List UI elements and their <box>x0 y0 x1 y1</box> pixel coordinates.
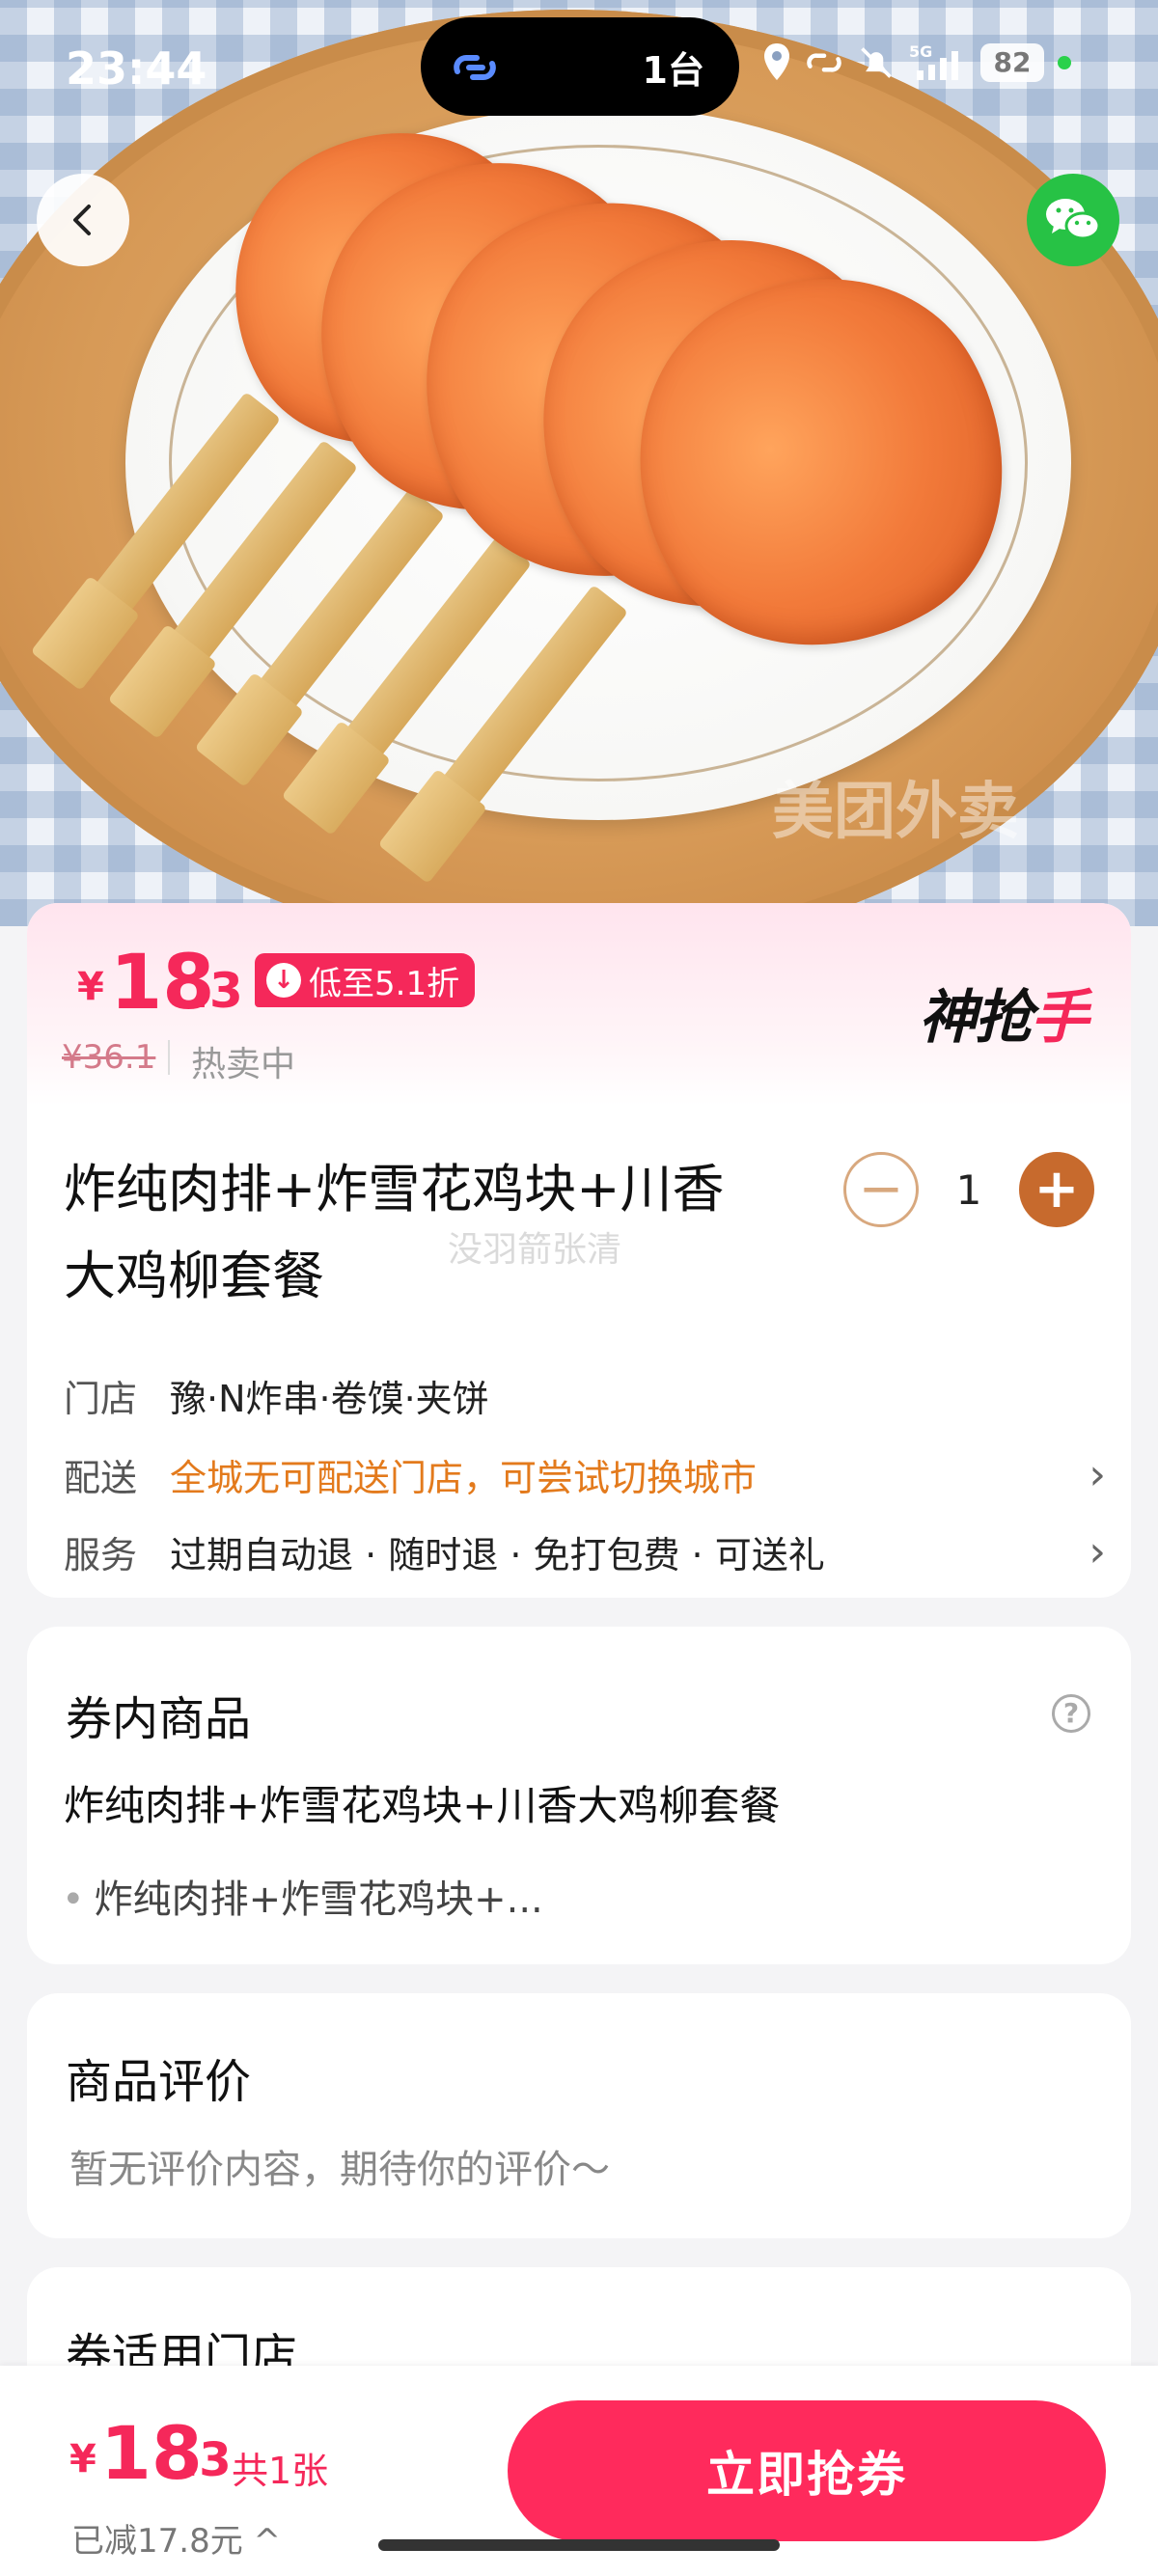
delivery-info: 全城无可配送门店，可尝试切换城市 <box>170 1456 758 1499</box>
status-bar: 23:44 1台 5G 82 <box>0 0 1158 145</box>
island-text: 1台 <box>642 49 704 92</box>
link-status-icon <box>807 53 841 72</box>
coupon-item-title: 炸纯肉排+炸雪花鸡块+川香大鸡柳套餐 <box>64 1782 781 1829</box>
increase-button[interactable]: + <box>1019 1152 1094 1227</box>
saved-amount[interactable]: 已减17.8元 ^ <box>71 2514 281 2562</box>
price-decimal: .3 <box>191 963 243 1019</box>
svg-text:5G: 5G <box>909 42 932 61</box>
signal-5g-icon: 5G <box>909 42 958 80</box>
product-title: 炸纯肉排+炸雪花鸡块+川香 大鸡柳套餐 <box>64 1159 725 1306</box>
chevron-right-icon: › <box>1089 1526 1106 1576</box>
service-row[interactable]: 服务 过期自动退 · 随时退 · 免打包费 · 可送礼 › <box>64 1522 1106 1580</box>
privacy-dot <box>1058 56 1071 69</box>
price-currency: ¥ <box>77 965 104 1009</box>
coupon-items-card: 券内商品 ? 炸纯肉排+炸雪花鸡块+川香大鸡柳套餐 炸纯肉排+炸雪花鸡块+... <box>27 1627 1131 1964</box>
total-currency: ¥ <box>69 2437 96 2481</box>
wechat-icon <box>1046 199 1101 240</box>
section-title: 券内商品 <box>66 1692 252 1746</box>
arrow-down-icon: ↓ <box>266 963 301 998</box>
service-info: 过期自动退 · 随时退 · 免打包费 · 可送礼 <box>170 1533 825 1576</box>
quantity-value: 1 <box>955 1165 982 1214</box>
wechat-share-button[interactable] <box>1027 174 1119 266</box>
chevron-right-icon: › <box>1089 1449 1106 1499</box>
chevron-left-icon <box>73 205 91 235</box>
decrease-button[interactable]: − <box>843 1152 919 1227</box>
brand-logo: 神抢手 <box>919 984 1089 1052</box>
store-name: 豫·N炸串·卷馍·夹饼 <box>170 1377 489 1420</box>
sale-status: 热卖中 <box>191 1045 296 1084</box>
status-time: 23:44 <box>66 42 207 95</box>
discount-text: 低至5.1折 <box>309 964 460 1003</box>
price-section: ¥ 18 .3 ↓ 低至5.1折 ¥36.1 热卖中 神抢手 <box>27 903 1131 1106</box>
quantity-stepper: − 1 + <box>843 1152 1094 1227</box>
coupon-count: 共1张 <box>232 2450 329 2492</box>
system-icons: 5G 82 <box>762 39 1071 87</box>
help-icon[interactable]: ? <box>1052 1694 1090 1733</box>
image-watermark: 美团外卖 <box>772 777 1019 848</box>
mute-bell-icon <box>861 47 892 78</box>
dynamic-island[interactable]: 1台 <box>421 17 739 116</box>
back-button[interactable] <box>37 174 129 266</box>
original-price: ¥36.1 <box>62 1038 156 1077</box>
discount-badge: ↓ 低至5.1折 <box>255 953 476 1007</box>
store-row: 门店 豫·N炸串·卷馍·夹饼 <box>64 1366 1106 1424</box>
coupon-item-bullet: 炸纯肉排+炸雪花鸡块+... <box>62 1868 543 1924</box>
divider <box>168 1040 170 1075</box>
product-card: ¥ 18 .3 ↓ 低至5.1折 ¥36.1 热卖中 神抢手 炸纯肉排+炸雪花鸡… <box>27 903 1131 1598</box>
link-icon <box>454 55 496 80</box>
total-decimal: .3 <box>181 2433 232 2487</box>
title-watermark: 没羽箭张清 <box>448 1230 622 1270</box>
location-icon <box>764 43 789 80</box>
battery-indicator: 82 <box>980 43 1044 82</box>
reviews-card: 商品评价 暂无评价内容，期待你的评价～ <box>27 1993 1131 2238</box>
delivery-row[interactable]: 配送 全城无可配送门店，可尝试切换城市 › <box>64 1445 1106 1503</box>
home-indicator[interactable] <box>378 2539 780 2551</box>
grab-coupon-button[interactable]: 立即抢券 <box>508 2400 1106 2541</box>
section-title: 商品评价 <box>66 2055 252 2109</box>
empty-review-text: 暂无评价内容，期待你的评价～ <box>69 2148 610 2192</box>
